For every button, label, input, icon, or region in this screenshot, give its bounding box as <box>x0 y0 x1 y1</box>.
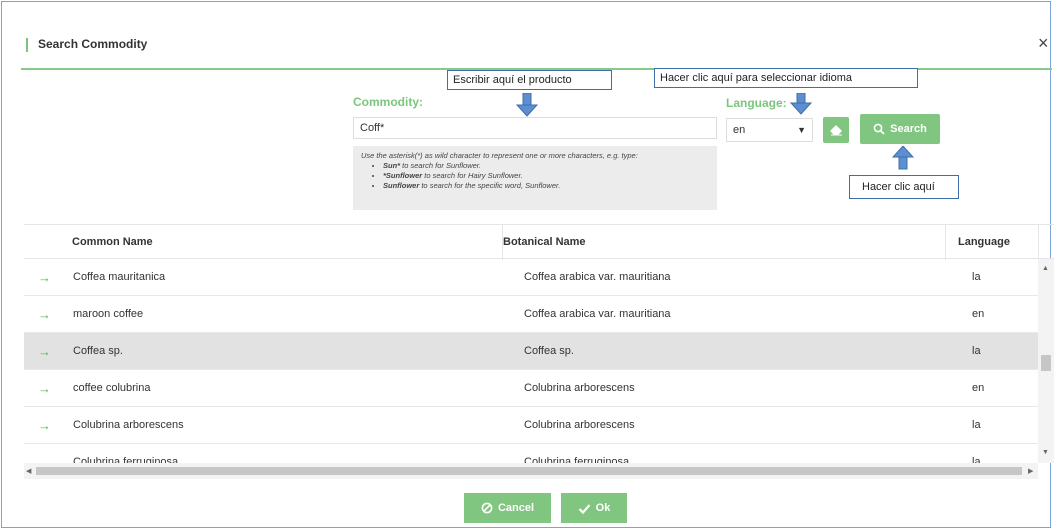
table-row[interactable]: → coffee colubrina Colubrina arborescens… <box>24 370 1038 407</box>
language-cell: la <box>972 345 981 357</box>
column-header-botanical-name[interactable]: Botanical Name <box>502 225 945 260</box>
common-name-cell: Colubrina arborescens <box>73 419 184 431</box>
column-header-language[interactable]: Language <box>945 225 1038 260</box>
header-spacer <box>1038 225 1054 260</box>
callout-product: Escribir aquí el producto <box>447 70 612 90</box>
arrow-right-icon[interactable]: → <box>38 407 51 444</box>
search-button-label: Search <box>890 123 927 135</box>
cancel-button-label: Cancel <box>497 502 535 514</box>
language-label: Language: <box>726 96 787 110</box>
search-button[interactable]: Search <box>860 114 940 144</box>
botanical-name-cell: Colubrina arborescens <box>524 419 635 431</box>
common-name-cell: Coffea sp. <box>73 345 123 357</box>
arrow-down-icon <box>790 93 812 115</box>
scroll-up-icon[interactable]: ▲ <box>1042 265 1049 272</box>
ok-button[interactable]: Ok <box>561 493 627 523</box>
botanical-name-cell: Coffea arabica var. mauritiana <box>524 271 671 283</box>
common-name-cell: Coffea mauritanica <box>73 271 166 283</box>
table-row[interactable]: → maroon coffee Coffea arabica var. maur… <box>24 296 1038 333</box>
table-body: → Coffea mauritanica Coffea arabica var.… <box>24 259 1038 479</box>
arrow-right-icon[interactable]: → <box>38 296 51 333</box>
callout-language: Hacer clic aquí para seleccionar idioma <box>654 68 918 88</box>
hint-item: Sun* to search for Sunflower. <box>383 161 709 171</box>
common-name-cell: coffee colubrina <box>73 382 151 394</box>
language-select-value: en <box>733 124 746 136</box>
hint-item: Sunflower to search for the specific wor… <box>383 181 709 191</box>
horizontal-scroll-thumb[interactable] <box>36 467 1022 475</box>
scroll-down-icon[interactable]: ▼ <box>1042 449 1049 456</box>
arrow-right-icon[interactable]: → <box>38 333 51 370</box>
commodity-label: Commodity: <box>353 95 423 109</box>
table-row[interactable]: → Colubrina arborescens Colubrina arbore… <box>24 407 1038 444</box>
language-select[interactable]: en ▼ <box>726 118 813 142</box>
check-icon <box>578 503 590 514</box>
callout-click-here: Hacer clic aquí <box>849 175 959 199</box>
dialog-title: Search Commodity <box>38 37 148 51</box>
botanical-name-cell: Colubrina arborescens <box>524 382 635 394</box>
cancel-icon <box>481 502 493 514</box>
vertical-scroll-thumb[interactable] <box>1041 355 1051 371</box>
table-row-selected[interactable]: → Coffea sp. Coffea sp. la <box>24 333 1038 370</box>
botanical-name-cell: Coffea sp. <box>524 345 574 357</box>
hint-item: *Sunflower to search for Hairy Sunflower… <box>383 171 709 181</box>
language-cell: la <box>972 419 981 431</box>
chevron-down-icon: ▼ <box>797 125 806 135</box>
hint-list: Sun* to search for Sunflower. *Sunflower… <box>361 161 709 191</box>
common-name-cell: maroon coffee <box>73 308 144 320</box>
commodity-input[interactable] <box>353 117 717 139</box>
arrow-up-icon <box>892 146 914 170</box>
botanical-name-cell: Coffea arabica var. mauritiana <box>524 308 671 320</box>
title-accent-bar <box>26 38 28 52</box>
eraser-icon <box>830 125 842 136</box>
arrow-right-icon[interactable]: → <box>38 370 51 407</box>
scroll-left-icon[interactable]: ◀ <box>26 467 31 475</box>
table-row[interactable]: → Coffea mauritanica Coffea arabica var.… <box>24 259 1038 296</box>
clear-button[interactable] <box>823 117 849 143</box>
dialog-titlebar: Search Commodity × <box>2 2 1050 68</box>
results-table: Common Name Botanical Name Language → Co… <box>24 224 1054 479</box>
search-icon <box>873 123 885 135</box>
language-cell: la <box>972 271 981 283</box>
ok-button-label: Ok <box>595 502 611 514</box>
hint-intro: Use the asterisk(*) as wild character to… <box>361 151 638 160</box>
column-header-common-name[interactable]: Common Name <box>72 225 502 260</box>
language-cell: en <box>972 308 985 320</box>
vertical-scrollbar[interactable]: ▲ ▼ <box>1038 259 1054 463</box>
wildcard-hint: Use the asterisk(*) as wild character to… <box>353 146 717 210</box>
language-cell: en <box>972 382 985 394</box>
table-header: Common Name Botanical Name Language <box>24 224 1054 260</box>
arrow-right-icon[interactable]: → <box>38 259 51 296</box>
cancel-button[interactable]: Cancel <box>464 493 551 523</box>
scroll-right-icon[interactable]: ▶ <box>1028 467 1033 475</box>
arrow-down-icon <box>516 93 538 117</box>
close-icon[interactable]: × <box>1038 33 1049 53</box>
horizontal-scrollbar[interactable]: ◀ ▶ <box>24 463 1038 479</box>
